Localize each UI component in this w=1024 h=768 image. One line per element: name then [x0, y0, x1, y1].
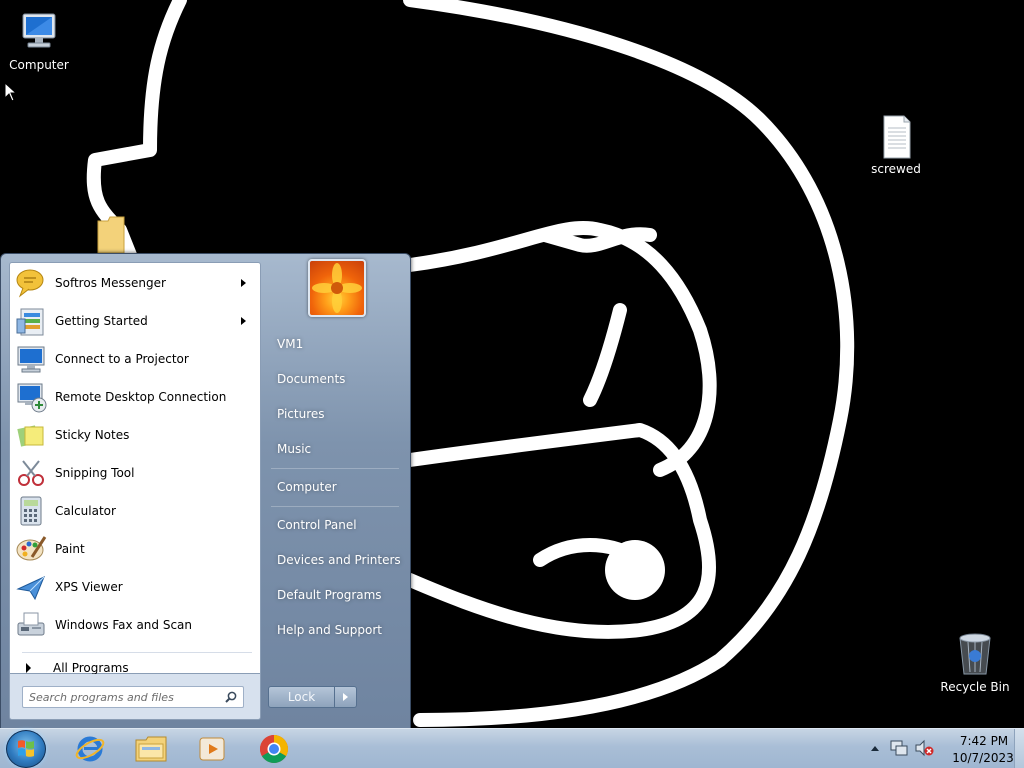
arrow-right-icon — [26, 663, 31, 673]
projector-monitor-icon — [15, 343, 47, 375]
link-computer[interactable]: Computer — [269, 473, 402, 501]
link-control-panel[interactable]: Control Panel — [269, 511, 402, 539]
taskbar: 7:42 PM 10/7/2023 — [0, 728, 1024, 768]
program-label: Sticky Notes — [55, 428, 130, 442]
link-pictures[interactable]: Pictures — [269, 400, 402, 428]
link-music[interactable]: Music — [269, 435, 402, 463]
program-snipping-tool[interactable]: Snipping Tool — [12, 455, 258, 491]
mouse-cursor-icon — [4, 82, 18, 102]
show-hidden-icons-icon[interactable] — [870, 744, 880, 752]
program-label: Snipping Tool — [55, 466, 135, 480]
divider — [271, 506, 399, 507]
desktop-icon-computer[interactable]: Computer — [1, 8, 77, 73]
windows-logo-icon — [18, 740, 34, 757]
all-programs-label: All Programs — [53, 661, 129, 675]
divider — [271, 468, 399, 469]
clock-time[interactable]: 7:42 PM — [952, 734, 1016, 748]
chrome-icon — [260, 735, 288, 763]
media-player-icon — [199, 737, 225, 761]
folder-icon — [97, 216, 125, 253]
program-label: Softros Messenger — [55, 276, 166, 290]
program-windows-fax-and-scan[interactable]: Windows Fax and Scan — [12, 607, 258, 643]
program-connect-to-projector[interactable]: Connect to a Projector — [12, 341, 258, 377]
recycle-bin-icon — [951, 630, 999, 678]
desktop-icon-label: Computer — [9, 58, 69, 72]
volume-muted-icon[interactable] — [914, 739, 934, 757]
remote-desktop-icon — [15, 381, 47, 413]
submenu-arrow-icon[interactable] — [241, 317, 246, 325]
submenu-arrow-icon[interactable] — [241, 279, 246, 287]
link-user-folder[interactable]: VM1 — [269, 330, 402, 358]
program-label: Getting Started — [55, 314, 148, 328]
sticky-notes-icon — [15, 419, 47, 451]
link-devices-and-printers[interactable]: Devices and Printers — [269, 546, 402, 574]
show-desktop-button[interactable] — [1014, 729, 1024, 768]
pinned-programs-list: Softros Messenger Getting Started Connec… — [9, 262, 261, 675]
desktop-icon-label: screwed — [871, 162, 921, 176]
search-icon[interactable] — [225, 691, 237, 703]
divider — [22, 652, 252, 653]
taskbar-file-explorer[interactable] — [125, 731, 177, 767]
taskbar-chrome[interactable] — [248, 731, 300, 767]
getting-started-icon — [15, 305, 47, 337]
flower-icon — [312, 263, 362, 313]
program-getting-started[interactable]: Getting Started — [12, 303, 258, 339]
taskbar-media-player[interactable] — [186, 731, 238, 767]
link-help-and-support[interactable]: Help and Support — [269, 616, 402, 644]
file-explorer-icon — [135, 736, 167, 762]
link-documents[interactable]: Documents — [269, 365, 402, 393]
text-document-icon — [872, 112, 920, 160]
program-label: XPS Viewer — [55, 580, 123, 594]
program-sticky-notes[interactable]: Sticky Notes — [12, 417, 258, 453]
desktop-icon-recycle-bin[interactable]: Recycle Bin — [937, 630, 1013, 695]
start-button[interactable] — [6, 730, 46, 768]
shutdown-options-button[interactable] — [335, 686, 357, 708]
system-tray: 7:42 PM 10/7/2023 — [860, 729, 1024, 768]
program-calculator[interactable]: Calculator — [12, 493, 258, 529]
user-account-picture[interactable] — [308, 259, 366, 317]
program-label: Paint — [55, 542, 85, 556]
clock-date[interactable]: 10/7/2023 — [948, 751, 1018, 765]
search-box[interactable] — [22, 686, 244, 708]
fax-icon — [15, 609, 47, 641]
taskbar-internet-explorer[interactable] — [64, 731, 116, 767]
speech-bubble-icon — [15, 267, 47, 299]
program-softros-messenger[interactable]: Softros Messenger — [12, 265, 258, 301]
program-label: Connect to a Projector — [55, 352, 189, 366]
computer-icon — [15, 8, 63, 56]
program-remote-desktop-connection[interactable]: Remote Desktop Connection — [12, 379, 258, 415]
desktop-icon-label: Recycle Bin — [940, 680, 1010, 694]
desktop-icon-screwed[interactable]: screwed — [858, 112, 934, 177]
xps-viewer-icon — [15, 571, 47, 603]
program-xps-viewer[interactable]: XPS Viewer — [12, 569, 258, 605]
program-label: Remote Desktop Connection — [55, 390, 227, 404]
search-input[interactable] — [29, 687, 219, 707]
program-label: Calculator — [55, 504, 116, 518]
internet-explorer-icon — [75, 736, 105, 762]
scissors-icon — [15, 457, 47, 489]
calculator-icon — [15, 495, 47, 527]
lock-button[interactable]: Lock — [268, 686, 335, 708]
network-icon[interactable] — [890, 739, 908, 757]
paint-palette-icon — [15, 533, 47, 565]
arrow-right-icon — [343, 693, 348, 701]
program-label: Windows Fax and Scan — [55, 618, 193, 632]
program-paint[interactable]: Paint — [12, 531, 258, 567]
start-menu: Softros Messenger Getting Started Connec… — [0, 253, 411, 729]
search-area — [9, 674, 261, 720]
link-default-programs[interactable]: Default Programs — [269, 581, 402, 609]
